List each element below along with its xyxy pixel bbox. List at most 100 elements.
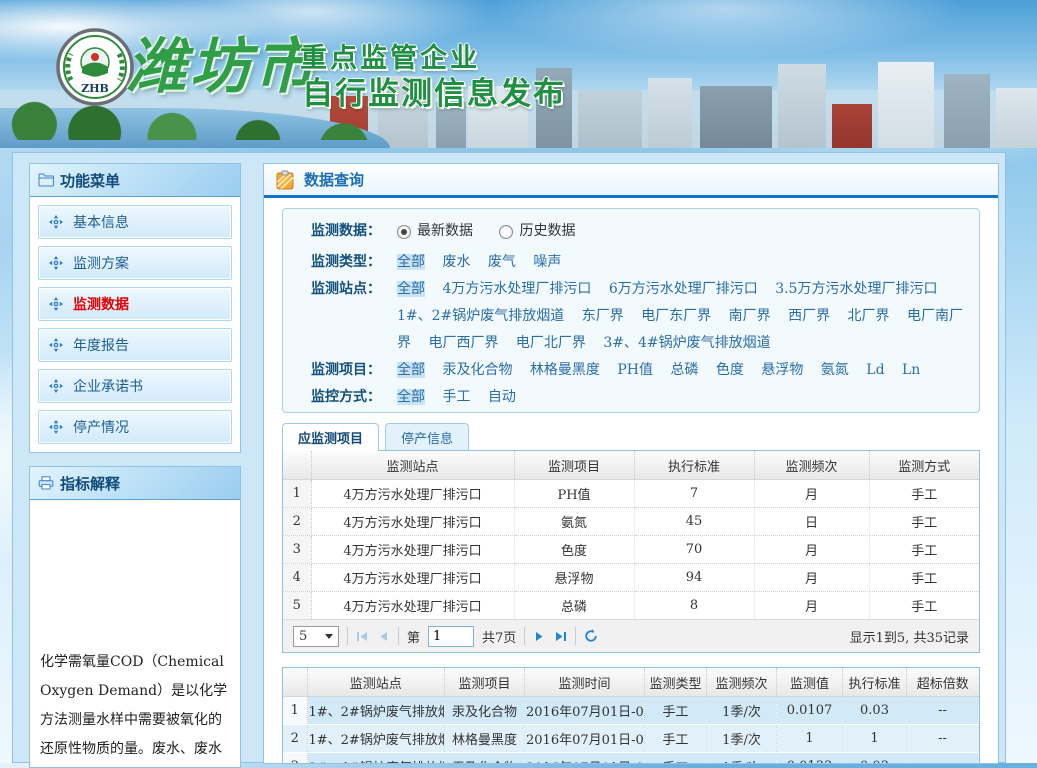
move-arrows-icon xyxy=(49,420,63,434)
sidebar-item-annual-report[interactable]: 年度报告 xyxy=(38,328,232,362)
table-row[interactable]: 44万方污水处理厂排污口悬浮物94月手工 xyxy=(283,564,979,592)
filter-option[interactable]: 废气 xyxy=(488,254,516,270)
filter-box: 监测数据： 最新数据 历史数据 监测类型： 全部 废水 xyxy=(282,208,980,413)
page-size-select[interactable]: 5 xyxy=(293,626,339,647)
filter-option[interactable]: 总磷 xyxy=(670,362,698,378)
sidebar-item-label: 年度报告 xyxy=(73,335,129,355)
function-menu-header: 功能菜单 xyxy=(30,164,240,197)
page-size-value: 5 xyxy=(299,629,307,644)
pager-divider xyxy=(398,627,399,645)
page-number-input[interactable] xyxy=(428,626,474,647)
filter-option[interactable]: 汞及化合物 xyxy=(442,362,512,378)
filter-label: 监控方式： xyxy=(311,384,397,411)
indicator-explain-title: 指标解释 xyxy=(60,473,120,494)
radio-label: 最新数据 xyxy=(417,218,473,245)
filter-option[interactable]: 东厂界 xyxy=(582,308,624,324)
filter-option[interactable]: Ln xyxy=(902,362,920,378)
pager-divider xyxy=(575,627,576,645)
filter-option[interactable]: 电厂东厂界 xyxy=(641,308,711,324)
filter-option[interactable]: 全部 xyxy=(397,281,425,297)
sidebar-item-label: 基本信息 xyxy=(73,212,129,232)
table-row[interactable]: 21#、2#锅炉废气排放烟道林格曼黑度2016年07月01日-09手工1季/次1… xyxy=(283,725,979,753)
tab-bar: 应监测项目 停产信息 xyxy=(282,423,980,450)
radio-checked-icon xyxy=(397,225,411,239)
filter-row-monitor-type: 监测类型： 全部 废水 废气 噪声 xyxy=(311,249,969,276)
banner-subtitle-2: 自行监测信息发布 xyxy=(302,68,566,113)
filter-option[interactable]: 北厂界 xyxy=(848,308,890,324)
indicator-explain-panel: 指标解释 化学需氧量COD（Chemical Oxygen Demand）是以化… xyxy=(29,466,241,768)
sidebar-item-basic-info[interactable]: 基本信息 xyxy=(38,205,232,239)
folder-icon xyxy=(38,173,54,187)
radio-latest-data[interactable]: 最新数据 xyxy=(397,218,473,245)
page-label: 第 xyxy=(407,627,420,646)
sidebar-item-label: 监测方案 xyxy=(73,253,129,273)
filter-option[interactable]: 氨氮 xyxy=(821,362,849,378)
printer-icon xyxy=(38,476,54,490)
move-arrows-icon xyxy=(49,338,63,352)
filter-option[interactable]: 手工 xyxy=(442,389,470,405)
filter-option[interactable]: 西厂界 xyxy=(788,308,830,324)
move-arrows-icon xyxy=(49,297,63,311)
clipboard-icon xyxy=(276,170,294,190)
filter-option[interactable]: 全部 xyxy=(397,389,425,405)
sidebar-item-monitoring-plan[interactable]: 监测方案 xyxy=(38,246,232,280)
filter-option[interactable]: PH值 xyxy=(617,362,653,378)
tab-shutdown-info[interactable]: 停产信息 xyxy=(385,423,469,450)
prev-page-button[interactable] xyxy=(377,630,390,643)
filter-option[interactable]: 电厂西厂界 xyxy=(428,335,498,351)
function-menu-panel: 功能菜单 基本信息 监测方案 监测数据 年度报告 xyxy=(29,163,241,453)
sidebar-item-label: 停产情况 xyxy=(73,417,129,437)
filter-option[interactable]: Ld xyxy=(866,362,884,378)
indicator-explain-text: 化学需氧量COD（Chemical Oxygen Demand）是以化学方法测量… xyxy=(40,648,230,767)
pager: 5 第 共7页 xyxy=(283,619,979,652)
filter-option[interactable]: 电厂北厂界 xyxy=(516,335,586,351)
last-page-button[interactable] xyxy=(554,630,567,643)
filter-option[interactable]: 6万方污水处理厂排污口 xyxy=(609,281,758,297)
filter-option[interactable]: 悬浮物 xyxy=(761,362,803,378)
table-row[interactable]: 34万方污水处理厂排污口色度70月手工 xyxy=(283,536,979,564)
column-header: 超标倍数 xyxy=(907,668,979,697)
move-arrows-icon xyxy=(49,256,63,270)
radio-unchecked-icon xyxy=(499,225,513,239)
next-page-button[interactable] xyxy=(533,630,546,643)
filter-option[interactable]: 3.5万方污水处理厂排污口 xyxy=(775,281,937,297)
column-header xyxy=(283,451,311,480)
table-header-row: 监测站点 监测项目 执行标准 监测频次 监测方式 xyxy=(283,451,979,480)
table-row[interactable]: 24万方污水处理厂排污口氨氮45日手工 xyxy=(283,508,979,536)
column-header: 监测站点 xyxy=(307,668,445,697)
filter-option[interactable]: 色度 xyxy=(716,362,744,378)
filter-option[interactable]: 林格曼黑度 xyxy=(530,362,600,378)
filter-option[interactable]: 噪声 xyxy=(533,254,561,270)
main-panel: 数据查询 监测数据： 最新数据 历史数据 监测类型： xyxy=(263,163,999,764)
first-page-button[interactable] xyxy=(356,630,369,643)
filter-option[interactable]: 3#、4#锅炉废气排放烟道 xyxy=(603,335,770,351)
tab-monitoring-items[interactable]: 应监测项目 xyxy=(282,423,379,451)
filter-option[interactable]: 废水 xyxy=(442,254,470,270)
indicator-explain-body: 化学需氧量COD（Chemical Oxygen Demand）是以化学方法测量… xyxy=(30,500,240,767)
pager-summary: 显示1到5, 共35记录 xyxy=(850,627,969,646)
logo-text: ZHB xyxy=(81,82,109,95)
filter-row-monitor-method: 监控方式： 全部 手工 自动 xyxy=(311,384,969,411)
sidebar-item-label: 企业承诺书 xyxy=(73,376,143,396)
table-row[interactable]: 54万方污水处理厂排污口总磷8月手工 xyxy=(283,592,979,620)
sidebar-item-label: 监测数据 xyxy=(73,294,129,314)
refresh-button[interactable] xyxy=(584,629,598,643)
table-row[interactable]: 11#、2#锅炉废气排放烟道汞及化合物2016年07月01日-09手工1季/次0… xyxy=(283,697,979,725)
banner: ZHB 潍坊市 重点监管企业 自行监测信息发布 xyxy=(0,0,1037,148)
filter-option[interactable]: 全部 xyxy=(397,254,425,270)
table-row[interactable]: 33#、4#锅炉废气排放烟道汞及化合物2016年07月01日-09手工1季/次0… xyxy=(283,753,979,765)
filter-option[interactable]: 自动 xyxy=(488,389,516,405)
sidebar-item-monitoring-data[interactable]: 监测数据 xyxy=(38,287,232,321)
filter-option[interactable]: 4万方污水处理厂排污口 xyxy=(442,281,591,297)
sidebar-item-commitment-letter[interactable]: 企业承诺书 xyxy=(38,369,232,403)
filter-option[interactable]: 1#、2#锅炉废气排放烟道 xyxy=(397,308,564,324)
pager-divider xyxy=(524,627,525,645)
sidebar-item-shutdown-status[interactable]: 停产情况 xyxy=(38,410,232,444)
column-header: 监测站点 xyxy=(311,451,514,480)
filter-option[interactable]: 南厂界 xyxy=(729,308,771,324)
radio-history-data[interactable]: 历史数据 xyxy=(499,218,575,245)
table-row[interactable]: 14万方污水处理厂排污口PH值7月手工 xyxy=(283,480,979,508)
move-arrows-icon xyxy=(49,215,63,229)
filter-option[interactable]: 全部 xyxy=(397,362,425,378)
zhb-logo-icon: ZHB xyxy=(56,28,134,106)
